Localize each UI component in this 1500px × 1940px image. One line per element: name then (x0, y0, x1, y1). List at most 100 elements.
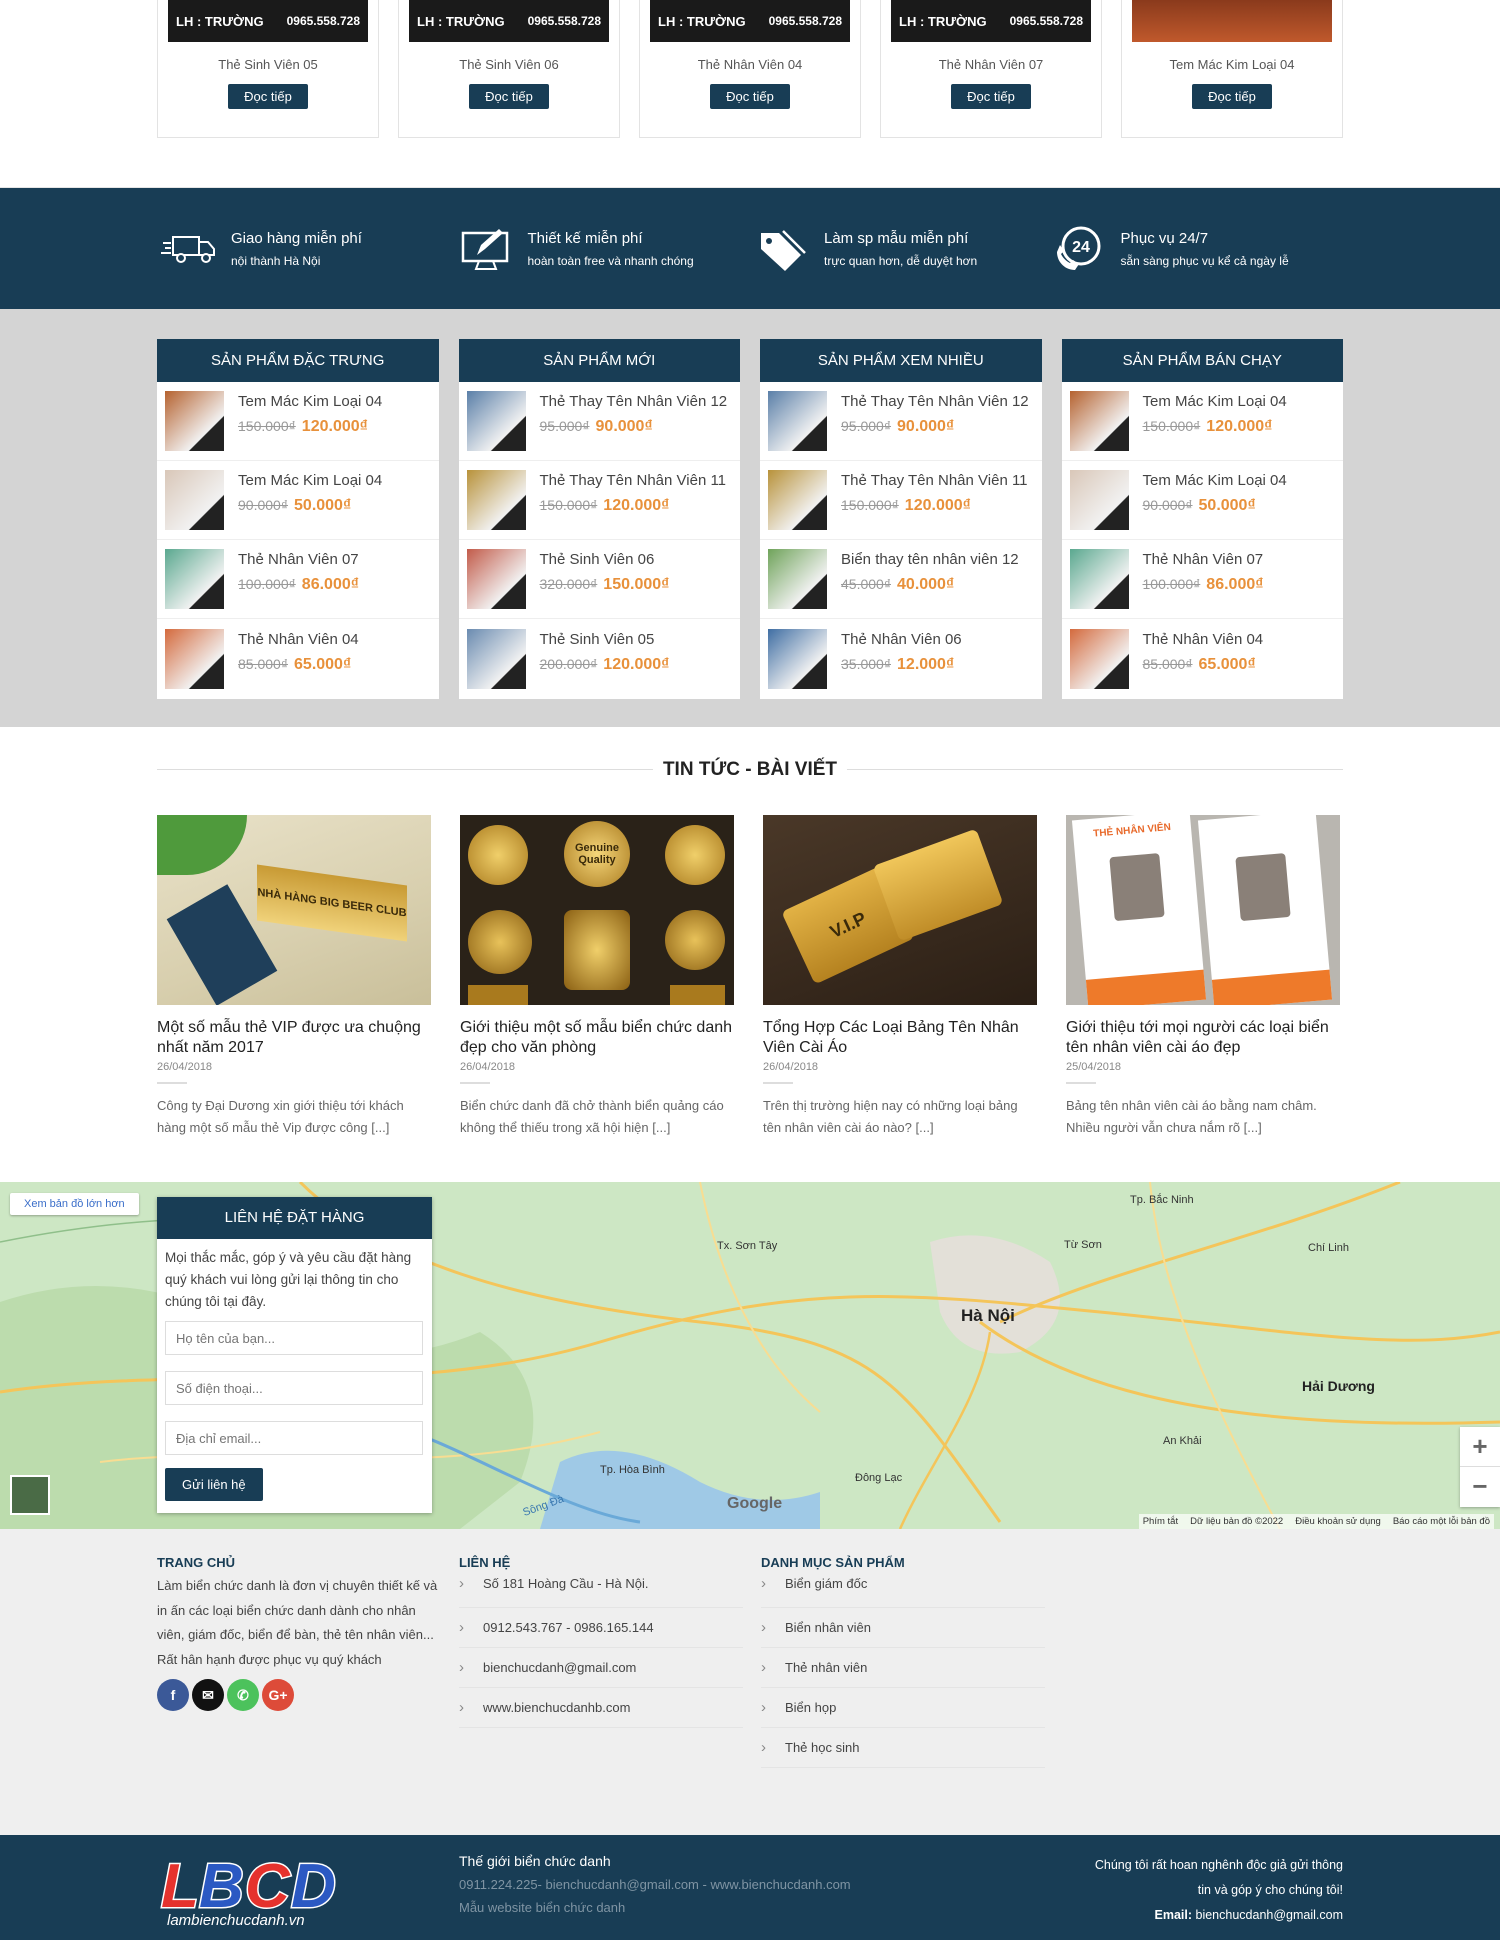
product-row[interactable]: Tem Mác Kim Loại 04 90.000₫ 50.000₫ (1061, 461, 1343, 540)
product-row[interactable]: Tem Mác Kim Loại 04 150.000₫ 120.000₫ (157, 382, 439, 461)
footer-category-link[interactable]: Biển giám đốc (761, 1574, 1045, 1608)
product-name[interactable]: Tem Mác Kim Loại 04 (1122, 57, 1342, 72)
news-card[interactable]: Genuine Quality Giới thiệu một số mẫu bi… (460, 815, 734, 1139)
product-name[interactable]: Thẻ Nhân Viên 07 (1143, 551, 1264, 568)
product-thumbnail[interactable] (768, 628, 827, 689)
product-thumbnail[interactable] (466, 391, 526, 451)
product-row[interactable]: Thẻ Nhân Viên 04 85.000₫ 65.000₫ (157, 619, 439, 698)
map-shortcuts-link[interactable]: Phím tắt (1143, 1516, 1178, 1527)
news-image[interactable]: Genuine Quality (460, 815, 734, 1005)
product-name[interactable]: Tem Mác Kim Loại 04 (1143, 393, 1287, 410)
product-name[interactable]: Thẻ Sinh Viên 06 (399, 57, 619, 72)
product-name[interactable]: Thẻ Nhân Viên 07 (881, 57, 1101, 72)
larger-map-link[interactable]: Xem bản đồ lớn hơn (10, 1193, 139, 1215)
product-image[interactable]: LH : TRƯỜNG 0965.558.728 (409, 0, 609, 42)
product-name[interactable]: Thẻ Nhân Viên 07 (238, 551, 359, 568)
product-name[interactable]: Thẻ Nhân Viên 04 (238, 631, 359, 648)
product-card[interactable]: LH : TRƯỜNG 0965.558.728 Thẻ Nhân Viên 07… (880, 0, 1102, 138)
product-row[interactable]: Thẻ Nhân Viên 07 100.000₫ 86.000₫ (157, 540, 439, 619)
product-card[interactable]: LH : TRƯỜNG 0965.558.728 Thẻ Sinh Viên 05… (157, 0, 379, 138)
product-thumbnail[interactable] (165, 391, 224, 451)
product-card[interactable]: Tem Mác Kim Loại 04 Đọc tiếp (1121, 0, 1343, 138)
product-name[interactable]: Thẻ Sinh Viên 05 (158, 57, 378, 72)
product-card[interactable]: LH : TRƯỜNG 0965.558.728 Thẻ Nhân Viên 04… (639, 0, 861, 138)
map-report-link[interactable]: Báo cáo một lỗi bản đồ (1393, 1516, 1490, 1527)
product-row[interactable]: Biển thay tên nhân viên 12 45.000₫ 40.000₫ (760, 540, 1042, 619)
product-row[interactable]: Thẻ Thay Tên Nhân Viên 11 150.000₫ 120.000… (458, 461, 740, 540)
bottom-email[interactable]: bienchucdanh@gmail.com (1196, 1908, 1344, 1922)
zoom-out-button[interactable]: − (1460, 1467, 1500, 1507)
footer-category-link[interactable]: Biển nhân viên (761, 1608, 1045, 1648)
product-row[interactable]: Thẻ Thay Tên Nhân Viên 12 95.000₫ 90.000₫ (458, 382, 740, 461)
news-title[interactable]: Giới thiệu một số mẫu biển chức danh đẹp… (460, 1018, 734, 1058)
product-name[interactable]: Thẻ Sinh Viên 05 (540, 631, 670, 648)
send-contact-button[interactable]: Gửi liên hệ (165, 1468, 263, 1501)
product-image[interactable]: LH : TRƯỜNG 0965.558.728 (891, 0, 1091, 42)
news-card[interactable]: THẺ NHÂN VIÊN Giới thiệu tới mọi người c… (1066, 815, 1340, 1139)
product-row[interactable]: Tem Mác Kim Loại 04 90.000₫ 50.000₫ (157, 461, 439, 540)
satellite-toggle[interactable] (10, 1475, 50, 1515)
product-name[interactable]: Thẻ Thay Tên Nhân Viên 11 (540, 472, 727, 489)
product-thumbnail[interactable] (1069, 549, 1129, 609)
product-thumbnail[interactable] (466, 628, 526, 689)
product-image[interactable]: LH : TRƯỜNG 0965.558.728 (168, 0, 368, 42)
product-image[interactable]: LH : TRƯỜNG 0965.558.728 (650, 0, 850, 42)
product-row[interactable]: Thẻ Nhân Viên 06 35.000₫ 12.000₫ (760, 619, 1042, 698)
product-name[interactable]: Tem Mác Kim Loại 04 (238, 393, 382, 410)
read-more-button[interactable]: Đọc tiếp (469, 84, 549, 109)
news-card[interactable]: NHÀ HÀNG BIG BEER CLUB Một số mẫu thẻ VI… (157, 815, 431, 1139)
footer-category-link[interactable]: Biển họp (761, 1688, 1045, 1728)
product-image[interactable] (1132, 0, 1332, 42)
news-image[interactable]: V.I.P (763, 815, 1037, 1005)
map-section[interactable]: Hà Nội Hải Dương Tx. Sơn Tây Tp. Hòa Bìn… (0, 1182, 1500, 1529)
product-thumbnail[interactable] (1069, 470, 1129, 530)
product-thumbnail[interactable] (466, 470, 526, 530)
product-thumbnail[interactable] (768, 391, 827, 451)
email-input[interactable] (165, 1421, 423, 1455)
product-row[interactable]: Thẻ Nhân Viên 04 85.000₫ 65.000₫ (1062, 619, 1344, 698)
product-thumbnail[interactable] (1069, 628, 1129, 689)
news-title[interactable]: Tổng Hợp Các Loại Bảng Tên Nhân Viên Cài… (763, 1018, 1037, 1058)
read-more-button[interactable]: Đọc tiếp (228, 84, 308, 109)
news-image[interactable]: NHÀ HÀNG BIG BEER CLUB (157, 815, 431, 1005)
facebook-icon[interactable]: f (157, 1679, 189, 1711)
read-more-button[interactable]: Đọc tiếp (710, 84, 790, 109)
footer-contact-item[interactable]: 0912.543.767 - 0986.165.144 (459, 1608, 743, 1648)
product-name[interactable]: Biển thay tên nhân viên 12 (841, 551, 1019, 568)
product-row[interactable]: Thẻ Thay Tên Nhân Viên 12 95.000₫ 90.000₫ (760, 382, 1042, 461)
email-icon[interactable]: ✉ (192, 1679, 224, 1711)
product-row[interactable]: Thẻ Thay Tên Nhân Viên 11 150.000₫ 120.000… (760, 461, 1042, 540)
news-title[interactable]: Giới thiệu tới mọi người các loại biển t… (1066, 1018, 1340, 1058)
product-name[interactable]: Tem Mác Kim Loại 04 (238, 472, 382, 489)
product-thumbnail[interactable] (1069, 391, 1129, 451)
read-more-button[interactable]: Đọc tiếp (951, 84, 1031, 109)
product-thumbnail[interactable] (165, 470, 224, 530)
google-plus-icon[interactable]: G+ (262, 1679, 294, 1711)
zoom-in-button[interactable]: + (1460, 1427, 1500, 1467)
product-thumbnail[interactable] (768, 470, 827, 530)
product-name[interactable]: Thẻ Nhân Viên 06 (841, 631, 962, 648)
news-card[interactable]: V.I.P Tổng Hợp Các Loại Bảng Tên Nhân Vi… (763, 815, 1037, 1139)
news-title[interactable]: Một số mẫu thẻ VIP được ưa chuộng nhất n… (157, 1018, 431, 1058)
name-input[interactable] (165, 1321, 423, 1355)
product-name[interactable]: Thẻ Thay Tên Nhân Viên 11 (841, 472, 1028, 489)
news-image[interactable]: THẺ NHÂN VIÊN (1066, 815, 1340, 1005)
product-name[interactable]: Thẻ Nhân Viên 04 (640, 57, 860, 72)
read-more-button[interactable]: Đọc tiếp (1192, 84, 1272, 109)
footer-contact-item[interactable]: Số 181 Hoàng Cầu - Hà Nội. (459, 1574, 743, 1608)
site-logo[interactable]: L B C D lambienchucdanh.vn (157, 1835, 459, 1940)
product-thumbnail[interactable] (466, 549, 526, 609)
footer-category-link[interactable]: Thẻ nhân viên (761, 1648, 1045, 1688)
product-row[interactable]: Tem Mác Kim Loại 04 150.000₫ 120.000₫ (1061, 382, 1343, 461)
product-name[interactable]: Thẻ Thay Tên Nhân Viên 12 (540, 393, 728, 410)
footer-category-link[interactable]: Thẻ học sinh (761, 1728, 1045, 1768)
product-row[interactable]: Thẻ Sinh Viên 06 320.000₫ 150.000₫ (458, 540, 740, 619)
footer-contact-item[interactable]: www.bienchucdanhb.com (459, 1688, 743, 1728)
phone-input[interactable] (165, 1371, 423, 1405)
product-thumbnail[interactable] (768, 549, 827, 609)
map-zoom-control[interactable]: + − (1460, 1427, 1500, 1507)
product-thumbnail[interactable] (165, 549, 224, 609)
product-row[interactable]: Thẻ Nhân Viên 07 100.000₫ 86.000₫ (1061, 540, 1343, 619)
product-name[interactable]: Thẻ Sinh Viên 06 (540, 551, 670, 568)
product-card[interactable]: LH : TRƯỜNG 0965.558.728 Thẻ Sinh Viên 06… (398, 0, 620, 138)
